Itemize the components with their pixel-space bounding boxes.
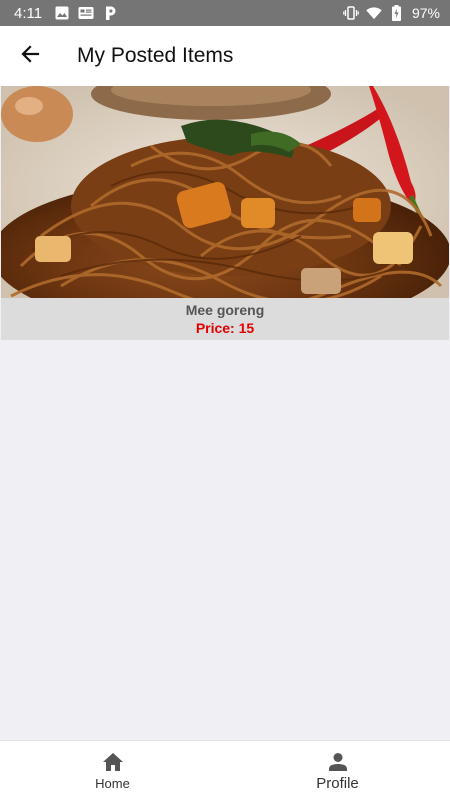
wifi-icon — [366, 5, 382, 21]
status-left: 4:11 — [14, 5, 118, 22]
person-icon — [326, 750, 350, 774]
nav-profile[interactable]: Profile — [225, 741, 450, 800]
nav-profile-label: Profile — [316, 774, 359, 792]
news-icon — [78, 5, 94, 21]
posted-item-card[interactable]: Mee goreng Price: 15 — [1, 86, 449, 340]
nav-home-label: Home — [95, 776, 130, 791]
app-bar: My Posted Items — [0, 26, 450, 86]
page-title: My Posted Items — [77, 44, 234, 67]
home-icon — [101, 750, 125, 774]
image-icon — [54, 5, 70, 21]
status-bar: 4:11 97% — [0, 0, 450, 26]
status-right: 97% — [343, 5, 440, 21]
item-price: Price: 15 — [195, 320, 255, 336]
nav-home[interactable]: Home — [0, 741, 225, 800]
bottom-nav: Home Profile — [0, 740, 450, 800]
battery-percent: 97% — [411, 5, 440, 21]
parking-icon — [102, 5, 118, 21]
battery-charging-icon — [389, 5, 405, 21]
status-time: 4:11 — [14, 4, 43, 22]
item-name: Mee goreng — [185, 302, 265, 318]
arrow-back-icon — [20, 44, 40, 69]
vibrate-icon — [343, 5, 359, 21]
item-image — [1, 86, 449, 298]
back-button[interactable] — [0, 26, 60, 86]
